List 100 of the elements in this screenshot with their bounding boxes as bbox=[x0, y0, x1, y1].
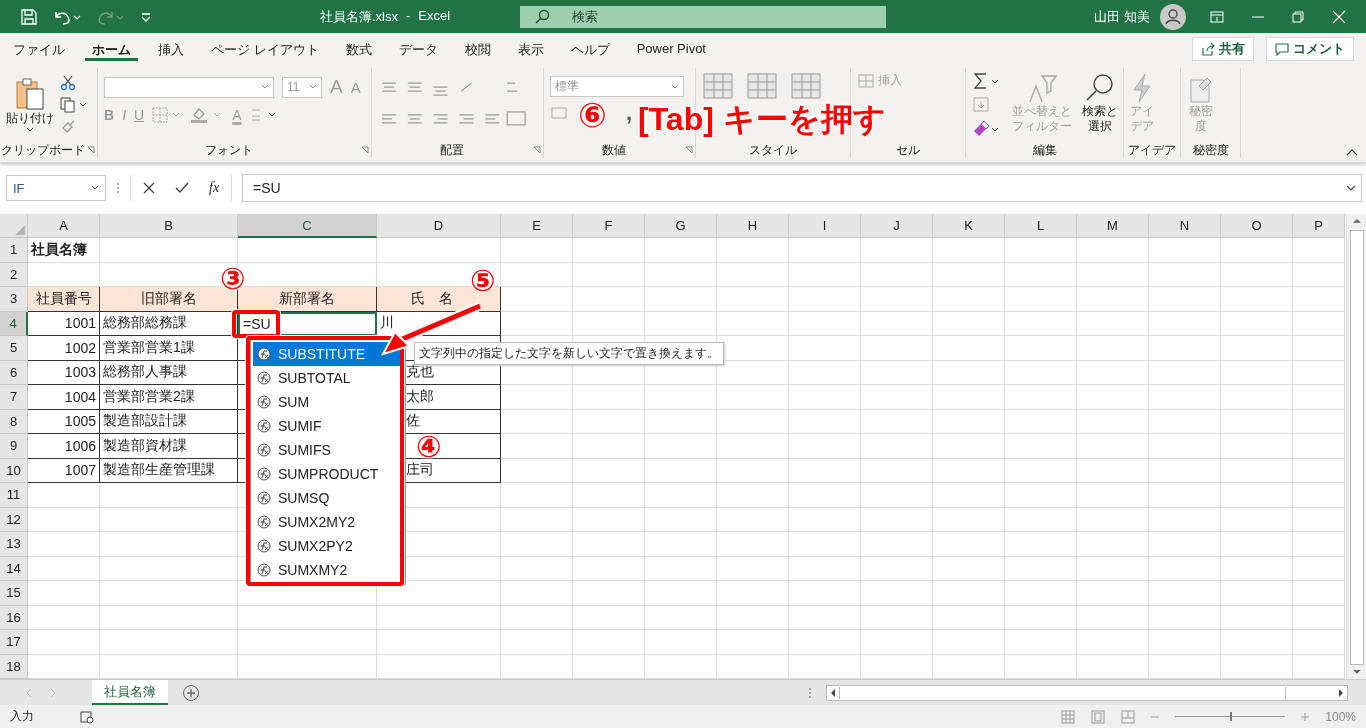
row-header[interactable]: 15 bbox=[0, 581, 28, 606]
column-header[interactable]: M bbox=[1077, 214, 1149, 238]
sheet-tab[interactable]: 社員名簿 bbox=[92, 680, 168, 705]
column-header[interactable]: C bbox=[238, 214, 377, 238]
function-icon bbox=[257, 491, 271, 505]
table-cell: 総務部人事課 bbox=[100, 360, 238, 385]
restore-icon[interactable] bbox=[1292, 10, 1304, 23]
search-field[interactable]: 検索 bbox=[520, 5, 886, 28]
column-header[interactable]: D bbox=[377, 214, 501, 238]
group-label: フォント bbox=[204, 141, 253, 159]
row-header[interactable]: 14 bbox=[0, 556, 28, 581]
cell-input[interactable]: =SU bbox=[243, 315, 271, 332]
row-header[interactable]: 4 bbox=[0, 311, 28, 336]
column-header[interactable]: N bbox=[1149, 214, 1221, 238]
function-suggestion[interactable]: SUMX2MY2 bbox=[253, 510, 403, 534]
table-cell bbox=[1005, 311, 1077, 336]
row-header[interactable]: 16 bbox=[0, 605, 28, 630]
ribbon-tab[interactable]: 校閲 bbox=[457, 36, 498, 61]
table-cell bbox=[1221, 238, 1293, 263]
column-header[interactable]: P bbox=[1293, 214, 1345, 238]
row-header[interactable]: 8 bbox=[0, 409, 28, 434]
dialog-launcher-icon[interactable] bbox=[533, 146, 541, 154]
ribbon-tab[interactable]: ヘルプ bbox=[563, 36, 617, 61]
table-cell bbox=[1005, 630, 1077, 655]
add-sheet-icon[interactable] bbox=[182, 683, 200, 702]
column-header[interactable]: F bbox=[573, 214, 645, 238]
function-suggestion[interactable]: SUMX2PY2 bbox=[253, 534, 403, 558]
row-header[interactable]: 2 bbox=[0, 262, 28, 287]
close-icon[interactable] bbox=[1332, 9, 1346, 24]
table-cell bbox=[501, 409, 573, 434]
table-cell bbox=[1149, 385, 1221, 410]
table-cell bbox=[933, 434, 1005, 459]
dialog-launcher-icon[interactable] bbox=[87, 146, 95, 154]
row-header[interactable]: 13 bbox=[0, 532, 28, 557]
scrollbar-thumb[interactable] bbox=[1349, 229, 1364, 666]
column-header[interactable]: K bbox=[933, 214, 1005, 238]
row-header[interactable]: 17 bbox=[0, 630, 28, 655]
table-cell: 1004 bbox=[28, 385, 100, 410]
column-header[interactable]: L bbox=[1005, 214, 1077, 238]
row-header[interactable]: 5 bbox=[0, 336, 28, 361]
row-header[interactable]: 6 bbox=[0, 360, 28, 385]
ribbon-display-icon[interactable] bbox=[1210, 10, 1224, 23]
column-header[interactable]: B bbox=[100, 214, 238, 238]
group-label: 数値 bbox=[601, 141, 626, 159]
font-name-field[interactable] bbox=[104, 76, 274, 98]
ribbon-tab[interactable]: 数式 bbox=[338, 36, 379, 61]
ribbon-tab[interactable]: Power Pivot bbox=[629, 36, 713, 61]
formula-field[interactable]: =SU bbox=[242, 174, 1362, 202]
table-cell bbox=[573, 458, 645, 483]
copy-icon[interactable] bbox=[60, 97, 88, 113]
expand-icon[interactable] bbox=[1346, 185, 1356, 191]
row-header[interactable]: 10 bbox=[0, 458, 28, 483]
name-box[interactable]: IF bbox=[6, 175, 106, 201]
function-suggestion[interactable]: SUBSTITUTE bbox=[253, 342, 403, 366]
column-header[interactable]: I bbox=[789, 214, 861, 238]
row-header[interactable]: 1 bbox=[0, 238, 28, 263]
function-suggestion[interactable]: SUMSQ bbox=[253, 486, 403, 510]
ribbon-tab[interactable]: 挿入 bbox=[151, 36, 191, 61]
column-header[interactable]: G bbox=[645, 214, 717, 238]
table-cell bbox=[861, 409, 933, 434]
ribbon-tab[interactable]: ファイル bbox=[6, 36, 72, 61]
function-suggestion[interactable]: SUMXMY2 bbox=[253, 558, 403, 582]
column-header[interactable]: O bbox=[1221, 214, 1293, 238]
avatar-icon[interactable] bbox=[1160, 3, 1186, 30]
column-header[interactable]: E bbox=[501, 214, 573, 238]
minimize-icon[interactable] bbox=[1252, 15, 1264, 18]
column-header[interactable]: J bbox=[861, 214, 933, 238]
table-cell bbox=[645, 507, 717, 532]
enter-icon[interactable] bbox=[175, 182, 189, 194]
table-cell bbox=[861, 360, 933, 385]
ribbon-tab[interactable]: ページ レイアウト bbox=[204, 36, 326, 61]
find-select-button[interactable]: 検索と 選択 bbox=[1082, 72, 1118, 134]
table-cell bbox=[501, 581, 573, 606]
ribbon-tab[interactable]: 表示 bbox=[510, 36, 551, 61]
table-cell bbox=[1077, 556, 1149, 581]
ribbon-tab[interactable]: ホーム bbox=[85, 36, 138, 61]
ribbon-tab[interactable]: データ bbox=[391, 36, 445, 61]
save-icon[interactable] bbox=[20, 7, 38, 26]
row-header[interactable]: 12 bbox=[0, 507, 28, 532]
dialog-launcher-icon[interactable] bbox=[685, 146, 693, 154]
dialog-launcher-icon[interactable] bbox=[361, 146, 369, 154]
row-header[interactable]: 9 bbox=[0, 434, 28, 459]
accessibility-icon[interactable] bbox=[80, 709, 94, 724]
scissors-icon[interactable] bbox=[60, 75, 76, 91]
row-header[interactable]: 7 bbox=[0, 385, 28, 410]
table-cell bbox=[28, 532, 100, 557]
table-cell bbox=[1221, 409, 1293, 434]
function-icon bbox=[257, 419, 271, 433]
row-header[interactable]: 18 bbox=[0, 654, 28, 679]
column-header[interactable]: A bbox=[28, 214, 100, 238]
row-header[interactable]: 3 bbox=[0, 287, 28, 312]
comment-button[interactable]: コメント bbox=[1266, 36, 1354, 61]
paste-button[interactable]: 貼り付け bbox=[6, 77, 54, 133]
horizontal-scrollbar[interactable] bbox=[826, 684, 1348, 701]
column-header[interactable]: H bbox=[717, 214, 789, 238]
row-header[interactable]: 11 bbox=[0, 483, 28, 508]
insert-function-button[interactable]: fx bbox=[209, 180, 220, 196]
share-button[interactable]: 共有 bbox=[1192, 36, 1254, 61]
collapse-ribbon-icon[interactable] bbox=[1346, 148, 1358, 156]
cancel-icon[interactable] bbox=[143, 182, 155, 194]
